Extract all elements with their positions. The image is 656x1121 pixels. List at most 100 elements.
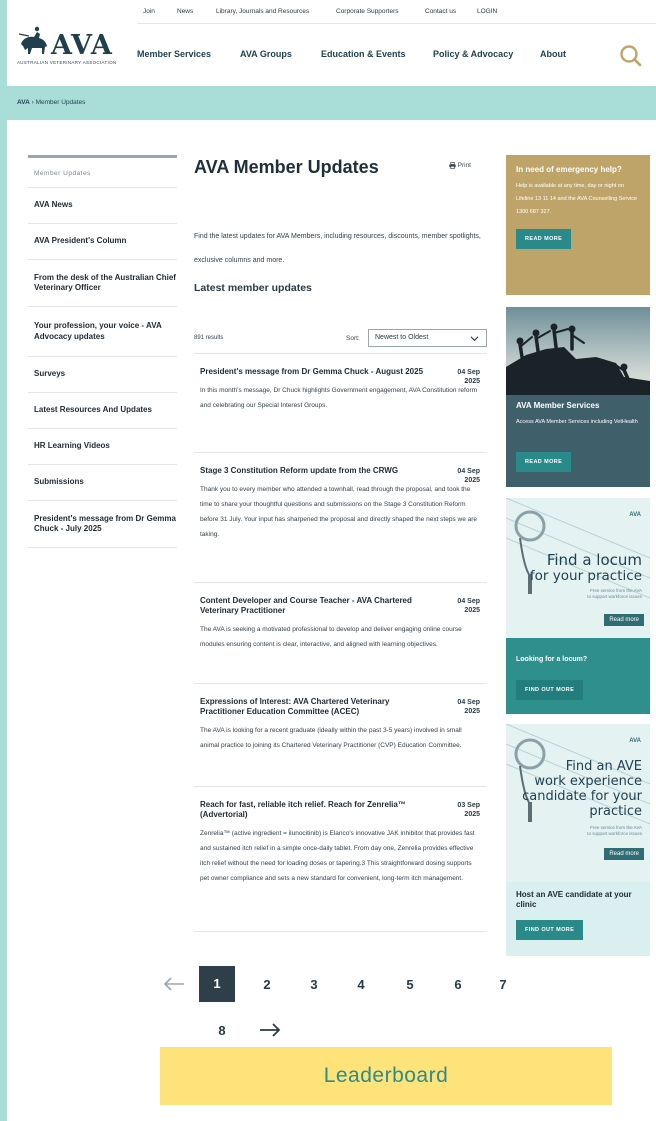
article-item[interactable]: Stage 3 Constitution Reform update from … (194, 452, 487, 582)
chevron-down-icon (470, 336, 479, 342)
emergency-heading: In need of emergency help? (516, 165, 622, 174)
page-link[interactable]: 7 (492, 977, 514, 992)
nav-member-services[interactable]: Member Services (137, 49, 211, 59)
page-link[interactable]: 6 (447, 977, 469, 992)
page-current[interactable]: 1 (199, 966, 235, 1002)
article-item[interactable]: President's message from Dr Gemma Chuck … (194, 353, 487, 452)
sidebar-item-ava-news[interactable]: AVA News (28, 188, 177, 224)
ave-ad-line3: candidate for your (522, 789, 642, 804)
locum-heading: Looking for a locum? (516, 656, 588, 663)
utility-login-link[interactable]: LOGIN (477, 8, 497, 15)
sort-select[interactable]: Newest to Oldest (368, 329, 487, 347)
utility-nav: Join News Library, Journals and Resource… (137, 0, 656, 24)
article-item[interactable]: Content Developer and Course Teacher - A… (194, 582, 487, 683)
article-item[interactable]: Expressions of Interest: AVA Chartered V… (194, 683, 487, 786)
utility-corporate-link[interactable]: Corporate Supporters (336, 8, 399, 15)
page-link[interactable]: 4 (350, 977, 372, 992)
article-date: 04 Sep 2025 (457, 369, 480, 386)
article-summary: The AVA is seeking a motivated professio… (200, 626, 462, 648)
leaderboard-ad[interactable]: Leaderboard (160, 1047, 612, 1105)
article-title[interactable]: Expressions of Interest: AVA Chartered V… (200, 697, 425, 717)
logo-wordmark: AVA (51, 30, 113, 61)
breadcrumb-current: Member Updates (35, 99, 86, 106)
ave-heading: Host an AVE candidate at your clinic (516, 890, 632, 909)
article-title[interactable]: President's message from Dr Gemma Chuck … (200, 367, 425, 377)
article-summary: Zenrelia™ (active ingredient = ilunociti… (200, 830, 475, 882)
emergency-read-more-button[interactable]: READ MORE (516, 229, 572, 249)
locum-ad-small1: Free service from the AVA (590, 588, 642, 593)
article-date: 04 Sep 2025 (457, 699, 480, 716)
sidebar-item-advocacy-updates[interactable]: Your profession, your voice - AVA Advoca… (28, 307, 177, 357)
ave-ad-small1: Free service from the AVA (590, 825, 642, 830)
ave-ad-card: AVA Find an AVE work experience candidat… (506, 724, 650, 956)
ave-ad-line1: Find an AVE (565, 759, 642, 774)
member-services-read-more-button[interactable]: READ MORE (516, 452, 572, 472)
article-date: 04 Sep 2025 (457, 598, 480, 615)
breadcrumb: AVA › Member Updates (17, 99, 85, 106)
utility-news-link[interactable]: News (177, 8, 193, 15)
utility-contact-link[interactable]: Contact us (425, 8, 456, 15)
horse-rider-logo-icon (18, 26, 47, 54)
locum-ad-line2: for your practice (529, 568, 642, 584)
article-title[interactable]: Content Developer and Course Teacher - A… (200, 596, 425, 616)
utility-join-link[interactable]: Join (143, 8, 155, 15)
print-label: Print (457, 162, 471, 170)
breadcrumb-bar: AVA › Member Updates (7, 86, 656, 120)
locum-ad-line1: Find a locum (546, 551, 642, 569)
sidebar-title: Member Updates (28, 155, 177, 188)
sidebar-item-surveys[interactable]: Surveys (28, 357, 177, 393)
nav-policy-advocacy[interactable]: Policy & Advocacy (433, 49, 513, 59)
article-title[interactable]: Stage 3 Constitution Reform update from … (200, 466, 425, 476)
search-icon[interactable] (619, 44, 643, 68)
article-title[interactable]: Reach for fast, reliable itch relief. Re… (200, 800, 425, 820)
article-list: President's message from Dr Gemma Chuck … (194, 353, 487, 932)
ave-ad-read-more[interactable]: Read more (604, 848, 644, 860)
emergency-help-card: In need of emergency help? Help is avail… (506, 155, 650, 295)
page-link[interactable]: 8 (211, 1023, 233, 1038)
team-climbing-photo (506, 307, 650, 395)
member-services-card: AVA Member Services Access AVA Member Se… (506, 307, 650, 487)
sidebar-item-hr-videos[interactable]: HR Learning Videos (28, 429, 177, 465)
arrow-left-icon[interactable] (163, 977, 185, 991)
article-summary: Thank you to every member who attended a… (200, 486, 478, 538)
ave-find-out-more-button[interactable]: FIND OUT MORE (516, 920, 584, 940)
sidebar-item-presidents-column[interactable]: AVA President's Column (28, 224, 177, 260)
ave-ad-line2: work experience (534, 774, 642, 789)
sidebar-item-latest-resources[interactable]: Latest Resources And Updates (28, 393, 177, 429)
locum-ad-small2: to support workforce issues (587, 594, 642, 599)
pagination: 1 2 3 4 5 6 7 8 (157, 966, 517, 1046)
sidebar-item-cvo-desk[interactable]: From the desk of the Australian Chief Ve… (28, 260, 177, 307)
sidebar-item-presidents-message-july[interactable]: President's message from Dr Gemma Chuck … (28, 501, 177, 548)
results-count: 891 results (194, 335, 224, 341)
main-nav: Member Services AVA Groups Education & E… (137, 24, 656, 86)
locum-find-out-more-button[interactable]: FIND OUT MORE (516, 680, 584, 700)
article-item[interactable]: Reach for fast, reliable itch relief. Re… (194, 786, 487, 932)
article-summary: The AVA is looking for a recent graduate… (200, 727, 462, 749)
nav-ava-groups[interactable]: AVA Groups (240, 49, 292, 59)
page-link[interactable]: 2 (256, 977, 278, 992)
sort-label: Sort: (346, 335, 360, 342)
article-date: 03 Sep 2025 (457, 802, 480, 819)
breadcrumb-separator: › (31, 99, 34, 106)
printer-icon (449, 162, 456, 169)
utility-library-link[interactable]: Library, Journals and Resources (216, 8, 309, 15)
page-link[interactable]: 3 (303, 977, 325, 992)
breadcrumb-root[interactable]: AVA (17, 99, 30, 106)
member-services-text: Access AVA Member Services including Vet… (516, 419, 638, 425)
locum-ad-read-more[interactable]: Read more (604, 614, 644, 626)
arrow-right-icon[interactable] (259, 1023, 281, 1037)
page-link[interactable]: 5 (399, 977, 421, 992)
ava-logo[interactable]: AVA AUSTRALIAN VETERINARY ASSOCIATION (17, 24, 125, 68)
nav-education-events[interactable]: Education & Events (321, 49, 406, 59)
article-summary: In this month's message, Dr Chuck highli… (200, 387, 478, 409)
page-title: AVA Member Updates (194, 157, 379, 177)
ave-ad-logo: AVA (629, 738, 641, 744)
nav-about[interactable]: About (540, 49, 566, 59)
sidebar-item-submissions[interactable]: Submissions (28, 465, 177, 501)
sidebar-nav: Member Updates AVA News AVA President's … (28, 155, 177, 548)
ave-ad-small2: to support workforce issues (587, 831, 642, 836)
logo-subtitle: AUSTRALIAN VETERINARY ASSOCIATION (17, 60, 117, 65)
ave-ad-line4: practice (589, 804, 642, 819)
print-button[interactable]: Print (449, 162, 471, 169)
locum-ad-logo: AVA (629, 512, 641, 518)
